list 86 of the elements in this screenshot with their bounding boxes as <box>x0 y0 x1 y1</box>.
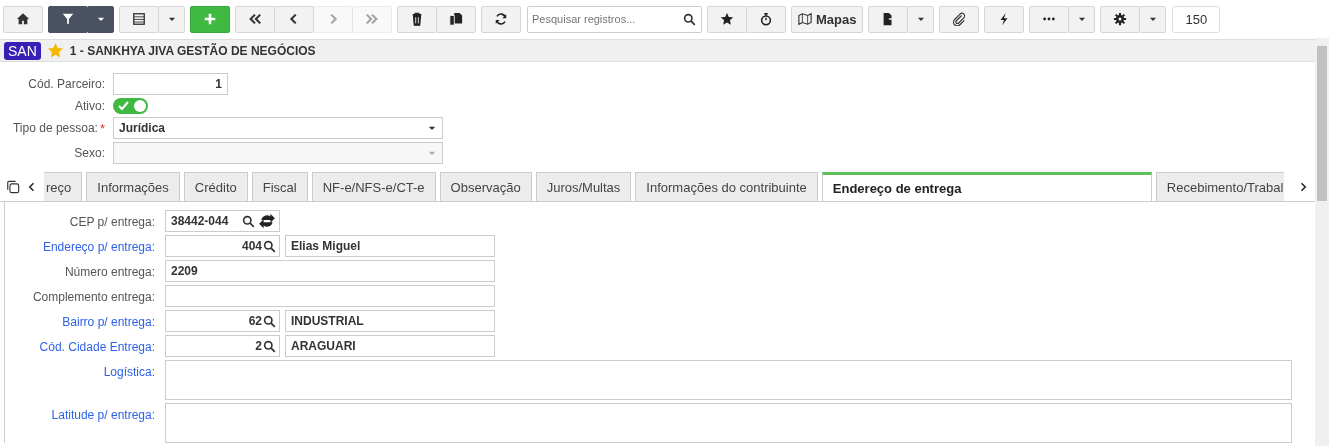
code-field[interactable]: 2 <box>165 335 280 357</box>
filter-button[interactable] <box>48 5 88 33</box>
swap-arrows-icon <box>258 212 276 230</box>
search-icon <box>242 214 255 228</box>
copy-icon <box>6 180 20 194</box>
tab[interactable]: Recebimento/Trabal <box>1155 172 1285 201</box>
field-label: Ativo: <box>75 99 105 113</box>
settings-dropdown-button[interactable] <box>1139 5 1167 33</box>
required-asterisk: * <box>99 120 105 136</box>
description-field: Elias Miguel <box>285 235 495 257</box>
search-field[interactable]: Pesquisar registros... <box>527 5 702 33</box>
filter-dropdown-button[interactable] <box>87 5 114 33</box>
field-label: Sexo: <box>74 146 105 160</box>
input-field[interactable]: 2209 <box>165 260 495 282</box>
search-icon <box>263 314 276 328</box>
check-icon <box>118 101 129 111</box>
more-options-button[interactable] <box>1029 5 1070 33</box>
field-label: Número entrega: <box>63 264 155 279</box>
code-field[interactable]: 404 <box>165 235 280 257</box>
trash-icon <box>410 12 424 26</box>
dropdown-field[interactable]: Jurídica <box>113 117 443 139</box>
star-icon <box>46 42 64 59</box>
tab[interactable]: reço <box>44 172 83 201</box>
search-icon <box>263 339 276 353</box>
timer-button[interactable] <box>746 5 786 33</box>
tab[interactable]: Juros/Multas <box>535 172 632 201</box>
code-field[interactable]: 62 <box>165 310 280 332</box>
filter-icon <box>61 12 75 26</box>
copy-icon <box>449 12 463 26</box>
table-icon <box>132 12 146 26</box>
search-icon <box>263 239 276 253</box>
attachment-button[interactable] <box>939 5 980 33</box>
tab[interactable]: Endereço de entrega <box>821 172 1152 201</box>
tab[interactable]: Crédito <box>183 172 248 201</box>
company-badge: SAN <box>4 41 41 60</box>
input-field[interactable]: 38442-044 <box>165 210 280 232</box>
double-right-chevron-icon <box>365 12 379 26</box>
text-area[interactable] <box>165 360 1292 400</box>
field-link-label[interactable]: Cód. Cidade Entrega: <box>5 335 155 354</box>
home-button[interactable] <box>3 5 43 33</box>
field-link-label[interactable]: Logística: <box>5 360 155 379</box>
more-dropdown-button[interactable] <box>1068 5 1096 33</box>
input-field[interactable]: 1 <box>113 73 228 95</box>
double-left-chevron-icon <box>248 12 262 26</box>
scrollbar[interactable] <box>1315 38 1329 446</box>
plus-icon <box>203 12 217 26</box>
add-button[interactable] <box>190 5 230 33</box>
tab[interactable]: NF-e/NFS-e/CT-e <box>311 172 436 201</box>
settings-icon <box>1113 12 1128 26</box>
field-link-label[interactable]: Latitude p/ entrega: <box>5 403 155 422</box>
tab[interactable]: Informações <box>86 172 180 201</box>
home-icon <box>16 12 30 26</box>
refresh-icon <box>494 12 508 26</box>
field-link-label[interactable]: Endereço p/ entrega: <box>5 235 155 254</box>
settings-button[interactable] <box>1100 5 1141 33</box>
favorites-button[interactable] <box>707 5 747 33</box>
star-icon <box>720 12 734 26</box>
duplicate-button[interactable] <box>436 5 476 33</box>
field-link-label[interactable]: Bairro p/ entrega: <box>5 310 155 329</box>
text-area[interactable] <box>165 403 1292 443</box>
record-title: 1 - SANKHYA JIVA GESTÃO DE NEGÓCIOS <box>69 43 316 58</box>
tab[interactable]: Informações do contribuinte <box>635 172 818 201</box>
grid-view-button[interactable] <box>119 5 159 33</box>
previous-record-button[interactable] <box>274 5 314 33</box>
refresh-button[interactable] <box>481 5 521 33</box>
map-icon <box>798 12 812 26</box>
field-label: Cód. Parceiro: <box>28 77 105 91</box>
search-icon <box>683 12 696 26</box>
input-field[interactable] <box>165 285 495 307</box>
delete-button[interactable] <box>397 5 437 33</box>
export-dropdown-button[interactable] <box>907 5 935 33</box>
view-dropdown-button[interactable] <box>158 5 185 33</box>
field-label: Complemento entrega: <box>31 289 155 304</box>
toggle-switch[interactable] <box>113 98 148 114</box>
first-record-button[interactable] <box>235 5 275 33</box>
maps-button[interactable]: Mapas <box>791 5 864 33</box>
export-button[interactable] <box>868 5 909 33</box>
tab[interactable]: Observação <box>439 172 532 201</box>
description-field: INDUSTRIAL <box>285 310 495 332</box>
field-label: CEP p/ entrega: <box>68 214 155 229</box>
record-count: 150 <box>1172 5 1221 33</box>
field-label: Tipo de pessoa: <box>13 121 98 135</box>
paperclip-icon <box>952 12 967 26</box>
tab[interactable]: Fiscal <box>251 172 308 201</box>
description-field: ARAGUARI <box>285 335 495 357</box>
stopwatch-icon <box>759 12 773 26</box>
